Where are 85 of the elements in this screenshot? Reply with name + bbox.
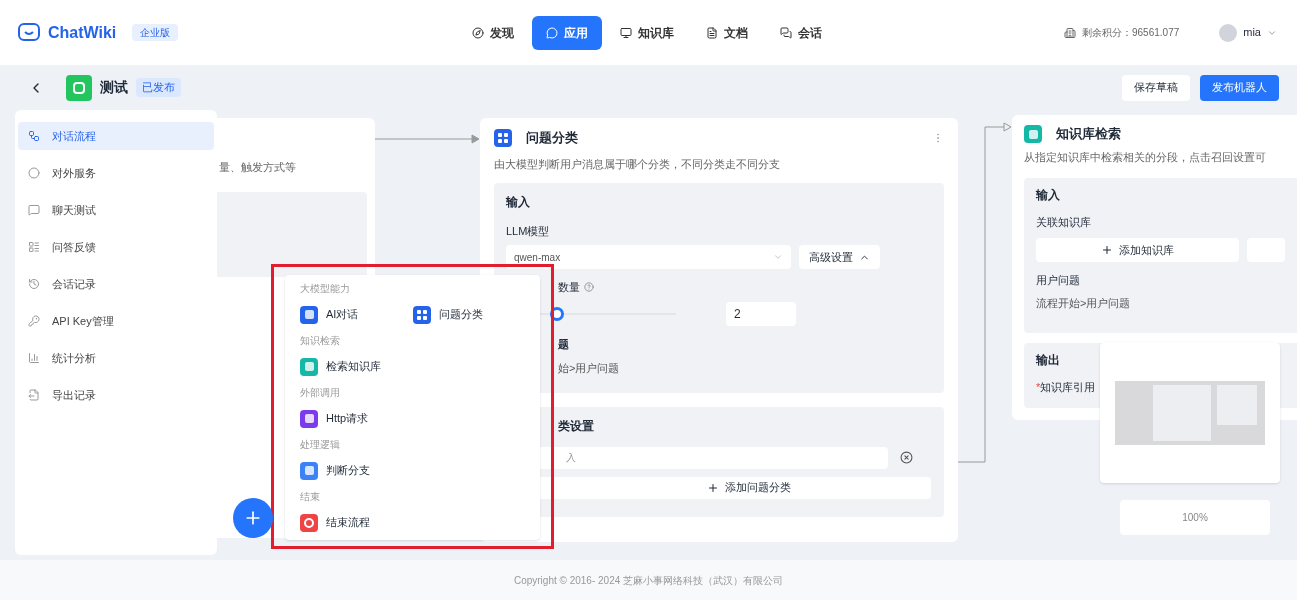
- field-label: 用户问题: [1036, 273, 1081, 288]
- node-type-icon: [300, 461, 318, 480]
- target-icon: [300, 513, 318, 532]
- edition-badge: 企业版: [132, 24, 179, 41]
- nav-icon: [472, 26, 484, 39]
- field-label: 数量: [558, 280, 580, 295]
- group-heading: 结束: [300, 490, 321, 504]
- node-type-item[interactable]: 问题分类: [412, 296, 525, 333]
- field-label: 题: [558, 336, 569, 352]
- section-heading: 输出: [1036, 351, 1061, 369]
- sidebar-item[interactable]: 导出记录: [18, 381, 214, 409]
- section-heading: 输入: [1036, 186, 1061, 204]
- nav-tab[interactable]: 会话: [766, 15, 836, 50]
- nav-tab[interactable]: 知识库: [606, 15, 688, 50]
- menu-icon: [28, 278, 40, 290]
- menu-icon: [28, 204, 40, 216]
- points-text: 剩余积分：96561.077: [1082, 26, 1180, 40]
- group-heading: 知识检索: [300, 334, 341, 348]
- node-type-item[interactable]: 检索知识库: [300, 348, 413, 385]
- sidebar-item[interactable]: 统计分析: [18, 344, 214, 372]
- node-type-item[interactable]: Http请求: [300, 400, 413, 437]
- avatar: [1219, 23, 1238, 42]
- field-value: 流程开始>用户问题: [1036, 295, 1132, 311]
- help-icon: [584, 282, 594, 293]
- node-type-icon: [300, 409, 318, 428]
- nav-tab[interactable]: 文档: [692, 15, 762, 50]
- model-select[interactable]: qwen-max: [506, 245, 791, 269]
- node-type-item[interactable]: 结束流程: [300, 504, 413, 541]
- menu-icon: [28, 241, 40, 253]
- count-input[interactable]: 2: [726, 301, 796, 326]
- field-value: 始>用户问题: [558, 361, 620, 376]
- nav-icon: [620, 26, 632, 39]
- nav-icon: [780, 26, 792, 39]
- node-type-icon: [494, 129, 512, 147]
- app-name: 测试: [100, 78, 128, 97]
- nav-tab[interactable]: 应用: [532, 15, 602, 50]
- required-mark: *: [1036, 379, 1041, 395]
- sidebar-item[interactable]: 聊天测试: [18, 196, 214, 224]
- menu-icon: [28, 130, 40, 142]
- menu-icon: [28, 315, 40, 327]
- nav-tab[interactable]: 发现: [458, 15, 528, 50]
- node-description: 从指定知识库中检索相关的分段，点击召回设置可: [1024, 150, 1267, 165]
- node-description: 由大模型判断用户消息属于哪个分类，不同分类走不同分支: [494, 157, 781, 172]
- publish-button[interactable]: 发布机器人: [1200, 74, 1279, 101]
- sidebar-item[interactable]: 对话流程: [18, 122, 214, 150]
- menu-icon: [28, 352, 40, 364]
- node-type-icon: [1024, 125, 1042, 143]
- node-description: 量、触发方式等: [218, 160, 297, 175]
- section-heading: 输入: [506, 193, 531, 211]
- advanced-settings-button[interactable]: 高级设置: [799, 245, 880, 269]
- node-type-icon: [300, 357, 318, 376]
- app-icon: [66, 74, 92, 101]
- menu-icon: [28, 389, 40, 401]
- group-heading: 外部调用: [300, 386, 341, 400]
- menu-icon: [28, 167, 40, 179]
- save-draft-button[interactable]: 保存草稿: [1122, 74, 1190, 101]
- close-icon[interactable]: [900, 451, 913, 464]
- building-icon: [1064, 26, 1076, 39]
- group-heading: 处理逻辑: [300, 438, 341, 452]
- status-badge: 已发布: [136, 78, 181, 97]
- node-type-icon: [412, 305, 431, 324]
- sidebar-item[interactable]: 对外服务: [18, 159, 214, 187]
- nav-icon: [546, 26, 558, 39]
- nav-icon: [706, 26, 718, 39]
- add-knowledge-button[interactable]: 添加知识库: [1036, 238, 1239, 262]
- sidebar-item[interactable]: API Key管理: [18, 307, 214, 335]
- node-type-icon: [300, 305, 318, 324]
- field-label: 关联知识库: [1036, 214, 1092, 230]
- plus-icon: [1100, 244, 1113, 256]
- node-type-item[interactable]: 判断分支: [300, 452, 413, 489]
- sidebar-item[interactable]: 问答反馈: [18, 233, 214, 261]
- group-heading: 大模型能力: [300, 282, 351, 296]
- logo-icon: [18, 22, 40, 43]
- section-heading: 类设置: [558, 417, 594, 435]
- node-title: 问题分类: [526, 129, 578, 148]
- sidebar-item[interactable]: 会话记录: [18, 270, 214, 298]
- logo-text: ChatWiki: [48, 22, 117, 43]
- caret-icon: [773, 252, 783, 262]
- field-label: 知识库引用: [1040, 379, 1096, 395]
- field-label: LLM模型: [506, 223, 551, 239]
- plus-icon: [706, 481, 719, 494]
- node-title: 知识库检索: [1056, 125, 1121, 144]
- zoom-control[interactable]: 100%: [1120, 500, 1270, 535]
- user-name[interactable]: mia: [1243, 24, 1261, 41]
- node-type-item[interactable]: AI对话: [300, 296, 413, 333]
